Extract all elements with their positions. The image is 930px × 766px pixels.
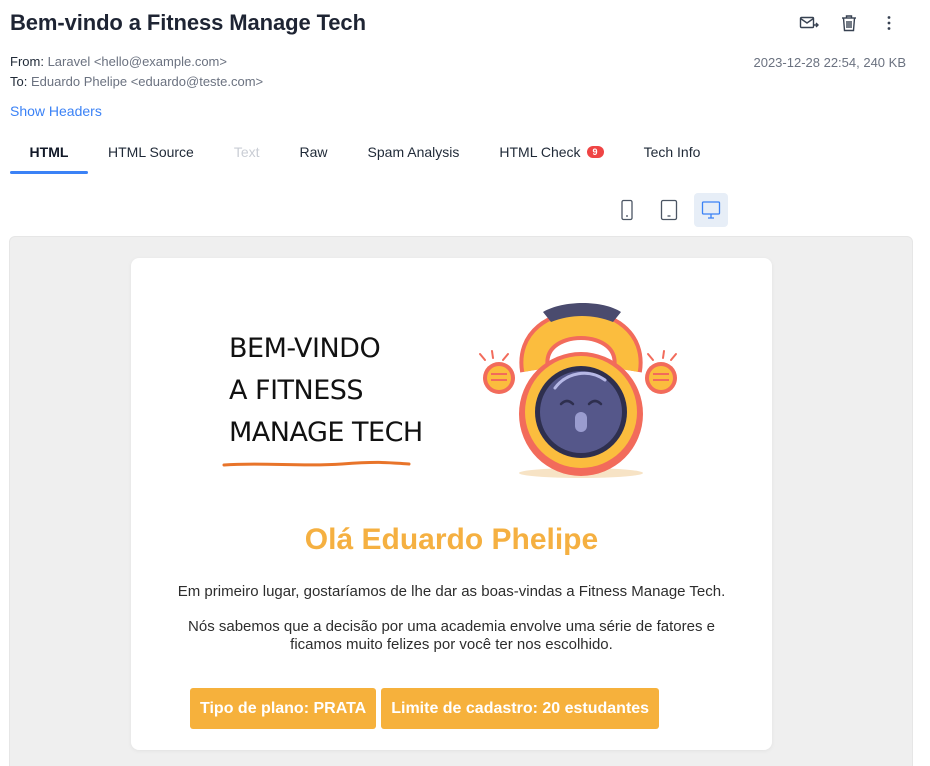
welcome-paragraph: Em primeiro lugar, gostaríamos de lhe da… [177, 583, 726, 600]
to-line: To: Eduardo Phelipe <eduardo@teste.com> [10, 74, 263, 89]
email-subject: Bem-vindo a Fitness Manage Tech [10, 10, 366, 35]
tab-raw[interactable]: Raw [280, 130, 348, 174]
to-label: To: [10, 74, 28, 89]
kettlebell-mascot-icon [479, 303, 677, 478]
desktop-icon[interactable] [694, 193, 728, 227]
student-limit-button[interactable]: Limite de cadastro: 20 estudantes [381, 688, 660, 729]
phone-icon[interactable] [610, 193, 644, 227]
plan-type-button[interactable]: Tipo de plano: PRATA [190, 688, 377, 729]
hero-line: MANAGE TECH [229, 417, 423, 448]
greeting-heading: Olá Eduardo Phelipe [304, 523, 599, 556]
tab-label: Raw [299, 144, 328, 160]
tab-label: HTML [29, 144, 69, 160]
paragraph-line: ficamos muito felizes por você ter nos e… [290, 636, 613, 653]
from-label: From: [10, 54, 44, 69]
choice-paragraph: Nós sabemos que a decisão por uma academ… [131, 618, 772, 654]
from-line: From: Laravel <hello@example.com> [10, 54, 227, 69]
forward-mail-icon[interactable] [798, 12, 820, 34]
view-tabs: HTML HTML Source Text Raw Spam Analysis … [10, 130, 720, 174]
tab-text: Text [214, 130, 280, 174]
tab-label: HTML Check [499, 144, 581, 160]
tab-label: HTML Source [108, 144, 194, 160]
hero-line: A FITNESS [229, 375, 364, 406]
email-card: BEM-VINDO A FITNESS MANAGE TECH Olá Edua… [131, 258, 772, 750]
tab-spam-analysis[interactable]: Spam Analysis [348, 130, 480, 174]
show-headers-link[interactable]: Show Headers [10, 103, 102, 119]
device-switcher [610, 193, 728, 227]
paragraph-line: Nós sabemos que a decisão por uma academ… [188, 618, 715, 635]
tab-html[interactable]: HTML [10, 130, 88, 174]
tablet-icon[interactable] [652, 193, 686, 227]
email-preview: BEM-VINDO A FITNESS MANAGE TECH Olá Edua… [9, 236, 913, 766]
date-size: 2023-12-28 22:54, 240 KB [753, 55, 906, 70]
tab-html-check[interactable]: HTML Check 9 [479, 130, 623, 174]
html-check-badge: 9 [586, 146, 604, 158]
more-vertical-icon[interactable] [878, 12, 900, 34]
to-value: Eduardo Phelipe <eduardo@teste.com> [30, 74, 264, 89]
plan-badges: Tipo de plano: PRATA Limite de cadastro:… [190, 688, 660, 729]
tab-label: Text [233, 144, 260, 160]
message-actions [798, 12, 900, 34]
tab-label: Tech Info [643, 144, 701, 160]
tab-html-source[interactable]: HTML Source [88, 130, 214, 174]
hero-underline [222, 460, 411, 467]
tab-tech-info[interactable]: Tech Info [624, 130, 721, 174]
trash-icon[interactable] [838, 12, 860, 34]
tab-label: Spam Analysis [367, 144, 460, 160]
from-value: Laravel <hello@example.com> [47, 54, 227, 69]
hero-title: BEM-VINDO A FITNESS MANAGE TECH [229, 328, 423, 454]
hero-line: BEM-VINDO [229, 333, 381, 364]
